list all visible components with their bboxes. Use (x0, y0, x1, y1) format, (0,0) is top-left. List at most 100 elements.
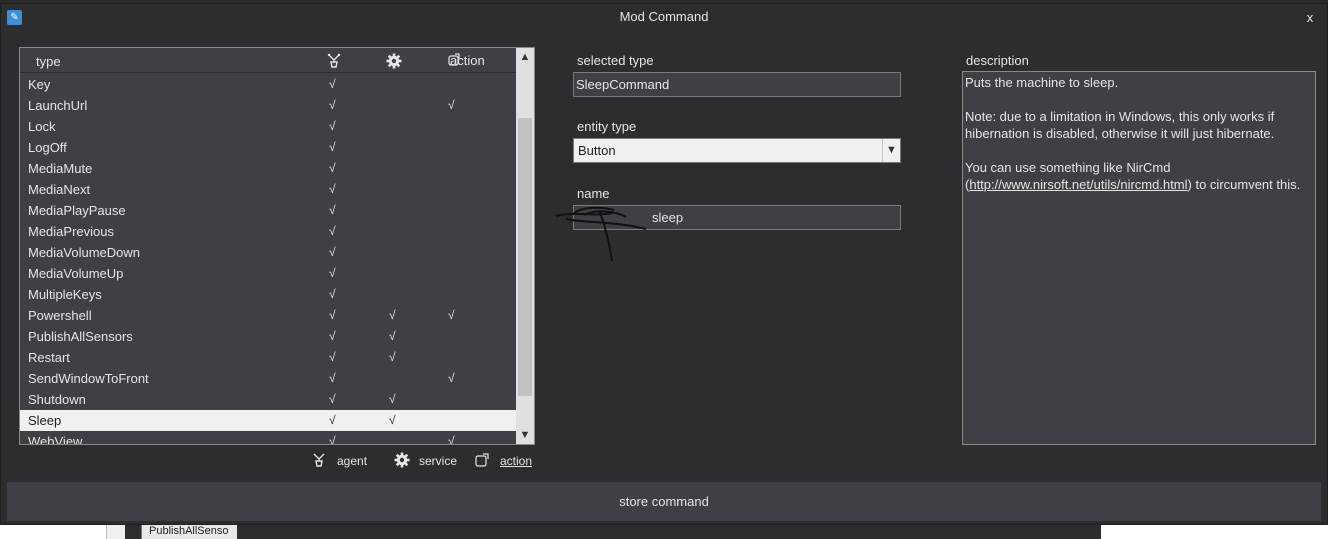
list-item-agent-check: √ (329, 224, 336, 238)
list-item-service-check: √ (389, 413, 396, 427)
list-item-agent-check: √ (329, 119, 336, 133)
list-item[interactable]: Lock √ (20, 116, 516, 137)
list-item[interactable]: MultipleKeys √ (20, 284, 516, 305)
list-item-agent-check: √ (329, 413, 336, 427)
list-item[interactable]: MediaVolumeDown √ (20, 242, 516, 263)
list-item-agent-check: √ (329, 434, 336, 445)
list-item[interactable]: PublishAllSensors √ √ (20, 326, 516, 347)
scroll-up-arrow[interactable]: ▲ (516, 48, 534, 66)
list-item[interactable]: LaunchUrl √ √ (20, 95, 516, 116)
store-command-button[interactable]: store command (7, 482, 1321, 521)
list-item[interactable]: WebView √ √ (20, 431, 516, 445)
list-item-agent-check: √ (329, 245, 336, 259)
list-item-agent-check: √ (329, 287, 336, 301)
list-item-name: PublishAllSensors (28, 329, 133, 344)
selected-type-field[interactable] (573, 72, 901, 97)
title-bar: ✎ Mod Command x (1, 4, 1327, 30)
scroll-down-arrow[interactable]: ▼ (516, 426, 534, 444)
list-item[interactable]: Powershell √ √ √ (20, 305, 516, 326)
description-line-1: Puts the machine to sleep. (965, 75, 1119, 90)
list-item-service-check: √ (389, 350, 396, 364)
gear-icon (386, 53, 402, 69)
legend-agent-label: agent (337, 454, 368, 468)
list-item-name: MediaMute (28, 161, 93, 176)
legend-action-icon (475, 453, 489, 467)
chevron-down-icon[interactable]: ▼ (882, 139, 900, 162)
legend-action-label[interactable]: action (500, 454, 532, 468)
list-item[interactable]: Key √ (20, 74, 516, 95)
list-item-name: LogOff (28, 140, 67, 155)
list-item-agent-check: √ (329, 203, 336, 217)
description-line-3: You can use something like NirCmd (http:… (965, 160, 1301, 192)
list-item-service-check: √ (389, 308, 396, 322)
list-item[interactable]: MediaPlayPause √ (20, 200, 516, 221)
list-item-name: SendWindowToFront (28, 371, 149, 386)
list-scrollbar[interactable]: ▲ ▼ (516, 48, 534, 444)
list-item[interactable]: MediaMute √ (20, 158, 516, 179)
list-item-name: Shutdown (28, 392, 86, 407)
list-item-agent-check: √ (329, 308, 336, 322)
scroll-thumb[interactable] (518, 118, 532, 396)
legend-agent-icon (313, 453, 325, 467)
list-item-service-check: √ (389, 392, 396, 406)
list-item-agent-check: √ (329, 329, 336, 343)
list-item[interactable]: Restart √ √ (20, 347, 516, 368)
window-title: Mod Command (619, 9, 709, 24)
list-item-action-check: √ (448, 98, 455, 112)
list-item[interactable]: MediaVolumeUp √ (20, 263, 516, 284)
column-header-action: action (448, 53, 485, 68)
entity-type-label: entity type (577, 119, 637, 134)
list-item[interactable]: LogOff √ (20, 137, 516, 158)
agent-icon (327, 53, 341, 68)
list-item-name: MediaNext (28, 182, 91, 197)
entity-type-dropdown[interactable]: Button ▼ (573, 138, 901, 163)
background-app-panel: PublishAllSenso (125, 524, 1101, 539)
list-item-name: Lock (28, 119, 56, 134)
list-item-service-check: √ (389, 329, 396, 343)
name-label: name (577, 186, 610, 201)
list-item-name: Key (28, 77, 51, 92)
nircmd-link[interactable]: http://www.nirsoft.net/utils/nircmd.html (969, 177, 1187, 192)
list-item-agent-check: √ (329, 161, 336, 175)
list-item[interactable]: SendWindowToFront √ √ (20, 368, 516, 389)
description-box: Puts the machine to sleep. Note: due to … (962, 71, 1316, 445)
list-item-agent-check: √ (329, 77, 336, 91)
description-line-2: Note: due to a limitation in Windows, th… (965, 109, 1275, 141)
list-item-agent-check: √ (329, 98, 336, 112)
list-rows: Key √ LaunchUrl √ √ Lock √ LogOff √ MediaMute √ Med… (20, 74, 516, 445)
list-item-name: Restart (28, 350, 70, 365)
list-item-name: MediaPrevious (28, 224, 114, 239)
list-item-agent-check: √ (329, 392, 336, 406)
name-field[interactable] (573, 205, 901, 230)
list-item[interactable]: MediaPrevious √ (20, 221, 516, 242)
list-item[interactable]: Sleep √ √ (20, 410, 516, 431)
selected-type-label: selected type (577, 53, 654, 68)
close-button[interactable]: x (1303, 10, 1317, 26)
list-item-action-check: √ (448, 308, 455, 322)
command-type-list[interactable]: type action Key √ LaunchUrl √ √ Lock √ Lo (19, 47, 535, 445)
list-item-action-check: √ (448, 434, 455, 445)
list-item-agent-check: √ (329, 266, 336, 280)
list-item[interactable]: Shutdown √ √ (20, 389, 516, 410)
column-header-type[interactable]: type (36, 54, 61, 69)
description-label: description (966, 53, 1029, 68)
legend: agent service action (311, 452, 551, 470)
background-list-item: PublishAllSenso (141, 524, 237, 539)
list-item-name: LaunchUrl (28, 98, 88, 113)
list-item-name: MediaPlayPause (28, 203, 126, 218)
list-item-agent-check: √ (329, 350, 336, 364)
list-item-agent-check: √ (329, 182, 336, 196)
list-item-name: Sleep (28, 413, 62, 428)
legend-gear-icon (394, 452, 410, 468)
list-item[interactable]: MediaNext √ (20, 179, 516, 200)
list-item-name: MultipleKeys (28, 287, 102, 302)
legend-service-label: service (419, 454, 458, 468)
entity-type-value: Button (578, 143, 616, 158)
list-item-action-check: √ (448, 371, 455, 385)
mod-command-window: ✎ Mod Command x type action Key √ Launch… (0, 3, 1328, 525)
background-app-window: PublishAllSenso (106, 524, 1101, 539)
list-item-agent-check: √ (329, 371, 336, 385)
list-header: type action (20, 48, 516, 73)
list-item-name: MediaVolumeUp (28, 266, 124, 281)
list-item-agent-check: √ (329, 140, 336, 154)
